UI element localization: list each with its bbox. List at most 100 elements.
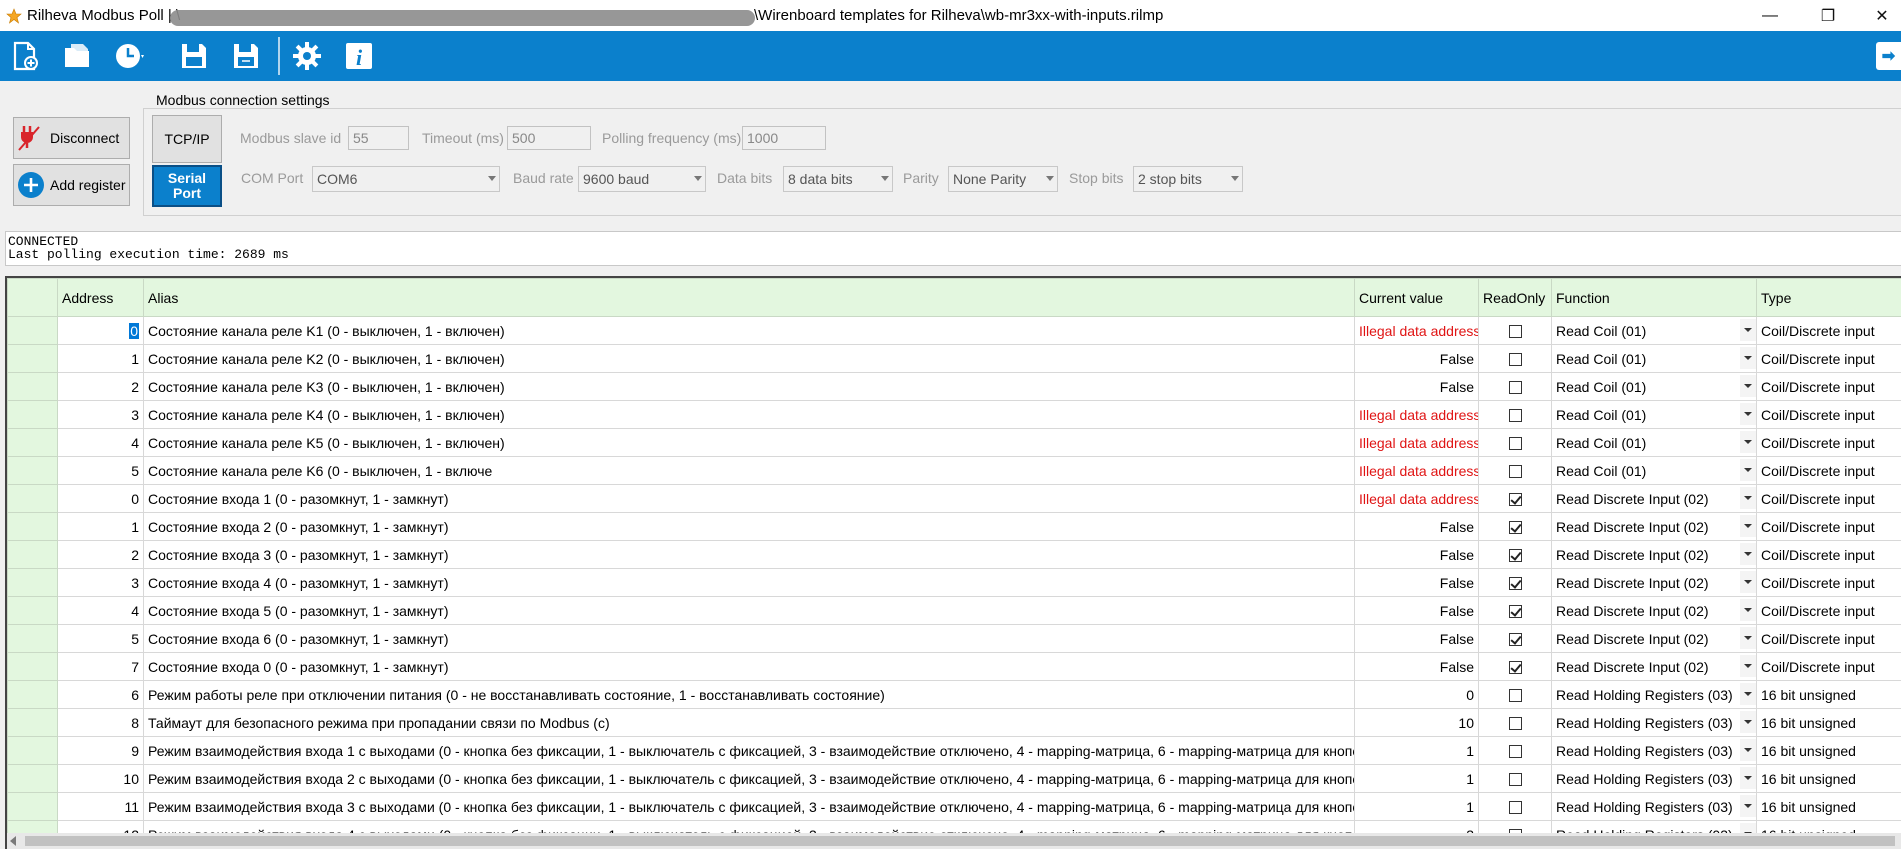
readonly-cell[interactable] — [1478, 568, 1552, 597]
function-cell[interactable]: Read Discrete Input (02) — [1551, 652, 1757, 681]
readonly-checkbox[interactable] — [1508, 633, 1522, 647]
alias-cell[interactable]: Состояние входа 0 (0 - разомкнут, 1 - за… — [143, 652, 1355, 681]
history-clock-icon[interactable] — [114, 40, 146, 72]
col-header-type[interactable]: Type — [1756, 278, 1901, 317]
type-cell[interactable]: Coil/Discrete input — [1756, 596, 1901, 625]
function-cell[interactable]: Read Discrete Input (02) — [1551, 484, 1757, 513]
readonly-checkbox[interactable] — [1508, 773, 1522, 787]
readonly-cell[interactable] — [1478, 456, 1552, 485]
readonly-cell[interactable] — [1478, 428, 1552, 457]
function-cell[interactable]: Read Discrete Input (02) — [1551, 596, 1757, 625]
address-cell[interactable]: 10 — [57, 764, 144, 793]
table-row[interactable]: 2 Состояние входа 3 (0 - разомкнут, 1 - з… — [7, 540, 1901, 569]
type-cell[interactable]: Coil/Discrete input — [1756, 400, 1901, 429]
address-cell[interactable]: 9 — [57, 736, 144, 765]
row-header[interactable] — [7, 344, 58, 373]
table-row[interactable]: 0 Состояние канала реле K1 (0 - выключен,… — [7, 316, 1901, 345]
chevron-down-icon[interactable] — [1740, 655, 1756, 677]
alias-cell[interactable]: Состояние входа 4 (0 - разомкнут, 1 - за… — [143, 568, 1355, 597]
col-header-function[interactable]: Function — [1551, 278, 1757, 317]
alias-cell[interactable]: Режим взаимодействия входа 1 с выходами … — [143, 736, 1355, 765]
chevron-down-icon[interactable] — [1740, 319, 1756, 341]
horizontal-scrollbar[interactable] — [7, 833, 1901, 849]
table-row[interactable]: 11 Режим взаимодействия входа 3 с выходам… — [7, 792, 1901, 821]
table-row[interactable]: 4 Состояние канала реле K5 (0 - выключен,… — [7, 428, 1901, 457]
row-header[interactable] — [7, 708, 58, 737]
chevron-down-icon[interactable] — [1740, 711, 1756, 733]
row-header[interactable] — [7, 568, 58, 597]
col-header-current-value[interactable]: Current value — [1354, 278, 1479, 317]
alias-cell[interactable]: Состояние канала реле K3 (0 - выключен, … — [143, 372, 1355, 401]
readonly-cell[interactable] — [1478, 596, 1552, 625]
scroll-left-arrow-icon[interactable] — [10, 836, 16, 846]
chevron-down-icon[interactable] — [1740, 627, 1756, 649]
row-header[interactable] — [7, 736, 58, 765]
row-header[interactable] — [7, 540, 58, 569]
settings-gear-icon[interactable] — [291, 40, 323, 72]
chevron-down-icon[interactable] — [1740, 543, 1756, 565]
type-cell[interactable]: Coil/Discrete input — [1756, 568, 1901, 597]
alias-cell[interactable]: Состояние входа 5 (0 - разомкнут, 1 - за… — [143, 596, 1355, 625]
readonly-checkbox[interactable] — [1508, 801, 1522, 815]
row-header[interactable] — [7, 428, 58, 457]
row-header[interactable] — [7, 484, 58, 513]
table-row[interactable]: 3 Состояние канала реле K4 (0 - выключен,… — [7, 400, 1901, 429]
readonly-cell[interactable] — [1478, 764, 1552, 793]
alias-cell[interactable]: Состояние входа 1 (0 - разомкнут, 1 - за… — [143, 484, 1355, 513]
readonly-cell[interactable] — [1478, 316, 1552, 345]
address-cell[interactable]: 8 — [57, 708, 144, 737]
table-row[interactable]: 1 Состояние канала реле K2 (0 - выключен,… — [7, 344, 1901, 373]
new-file-icon[interactable] — [9, 40, 41, 72]
function-cell[interactable]: Read Coil (01) — [1551, 316, 1757, 345]
row-header[interactable] — [7, 652, 58, 681]
table-row[interactable]: 1 Состояние входа 2 (0 - разомкнут, 1 - з… — [7, 512, 1901, 541]
row-header[interactable] — [7, 456, 58, 485]
readonly-cell[interactable] — [1478, 792, 1552, 821]
address-cell[interactable]: 1 — [57, 344, 144, 373]
address-cell[interactable]: 5 — [57, 456, 144, 485]
readonly-checkbox[interactable] — [1508, 745, 1522, 759]
table-row[interactable]: 6 Режим работы реле при отключении питани… — [7, 680, 1901, 709]
function-cell[interactable]: Read Holding Registers (03) — [1551, 792, 1757, 821]
table-row[interactable]: 4 Состояние входа 5 (0 - разомкнут, 1 - з… — [7, 596, 1901, 625]
readonly-cell[interactable] — [1478, 484, 1552, 513]
table-row[interactable]: 10 Режим взаимодействия входа 2 с выходам… — [7, 764, 1901, 793]
function-cell[interactable]: Read Coil (01) — [1551, 428, 1757, 457]
open-folder-icon[interactable] — [62, 40, 94, 72]
registers-grid[interactable]: Address Alias Current value ReadOnly Fun… — [5, 276, 1901, 849]
function-cell[interactable]: Read Discrete Input (02) — [1551, 624, 1757, 653]
function-cell[interactable]: Read Coil (01) — [1551, 344, 1757, 373]
address-cell[interactable]: 2 — [57, 372, 144, 401]
chevron-down-icon[interactable] — [1740, 459, 1756, 481]
col-header-readonly[interactable]: ReadOnly — [1478, 278, 1552, 317]
stop-bits-select[interactable]: 2 stop bits — [1133, 166, 1243, 192]
alias-cell[interactable]: Режим взаимодействия входа 2 с выходами … — [143, 764, 1355, 793]
readonly-cell[interactable] — [1478, 540, 1552, 569]
address-cell[interactable]: 1 — [57, 512, 144, 541]
row-header[interactable] — [7, 764, 58, 793]
readonly-checkbox[interactable] — [1508, 437, 1522, 451]
status-log[interactable]: CONNECTED Last polling execution time: 2… — [5, 231, 1901, 266]
type-cell[interactable]: Coil/Discrete input — [1756, 428, 1901, 457]
address-cell[interactable]: 4 — [57, 596, 144, 625]
alias-cell[interactable]: Состояние канала реле K4 (0 - выключен, … — [143, 400, 1355, 429]
save-as-icon[interactable] — [230, 40, 262, 72]
readonly-checkbox[interactable] — [1508, 549, 1522, 563]
chevron-down-icon[interactable] — [1740, 347, 1756, 369]
chevron-down-icon[interactable] — [1740, 431, 1756, 453]
function-cell[interactable]: Read Holding Registers (03) — [1551, 708, 1757, 737]
chevron-down-icon[interactable] — [1740, 487, 1756, 509]
type-cell[interactable]: 16 bit unsigned — [1756, 764, 1901, 793]
readonly-cell[interactable] — [1478, 624, 1552, 653]
table-row[interactable]: 2 Состояние канала реле K3 (0 - выключен,… — [7, 372, 1901, 401]
type-cell[interactable]: 16 bit unsigned — [1756, 680, 1901, 709]
alias-cell[interactable]: Состояние входа 6 (0 - разомкнут, 1 - за… — [143, 624, 1355, 653]
readonly-checkbox[interactable] — [1508, 409, 1522, 423]
readonly-checkbox[interactable] — [1508, 661, 1522, 675]
polling-frequency-input[interactable]: 1000 — [742, 126, 826, 150]
readonly-checkbox[interactable] — [1508, 605, 1522, 619]
chevron-down-icon[interactable] — [1740, 375, 1756, 397]
readonly-checkbox[interactable] — [1508, 689, 1522, 703]
alias-cell[interactable]: Состояние канала реле K6 (0 - выключен, … — [143, 456, 1355, 485]
address-cell[interactable]: 0 — [57, 316, 144, 345]
